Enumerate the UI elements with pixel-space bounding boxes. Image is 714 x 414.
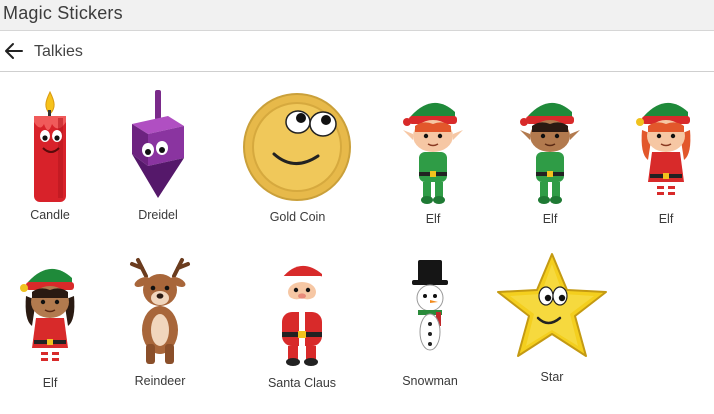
section-title: Talkies: [34, 43, 83, 60]
sticker-label: Dreidel: [138, 208, 178, 222]
elf-icon: [403, 102, 463, 204]
snowman-icon: [412, 260, 448, 351]
sticker-dreidel[interactable]: Dreidel: [118, 88, 198, 228]
sticker-gold-coin[interactable]: Gold Coin: [240, 88, 355, 228]
sticker-reindeer[interactable]: Reindeer: [120, 256, 200, 396]
dreidel-icon: [132, 90, 184, 198]
sticker-label: Reindeer: [134, 374, 186, 388]
sticker-candle[interactable]: Candle: [10, 88, 90, 228]
sticker-label: Elf: [42, 376, 58, 390]
app-title: Magic Stickers: [3, 3, 123, 23]
elf-icon: [636, 102, 691, 198]
sticker-label: Candle: [30, 208, 70, 222]
elf-icon: [520, 102, 580, 204]
star-icon: [497, 253, 607, 357]
sticker-elf[interactable]: Elf: [10, 256, 90, 396]
elf-icon: [20, 268, 75, 364]
sticker-santa-claus[interactable]: Santa Claus: [262, 256, 342, 396]
gold-coin-icon: [243, 93, 351, 201]
sticker-elf[interactable]: Elf: [393, 90, 473, 230]
sticker-label: Elf: [658, 212, 674, 226]
page-header: Talkies: [0, 31, 714, 72]
sticker-star[interactable]: Star: [494, 250, 610, 390]
sticker-label: Snowman: [402, 374, 458, 388]
sticker-elf[interactable]: Elf: [510, 90, 590, 230]
santa-claus-icon: [280, 265, 324, 366]
sticker-elf[interactable]: Elf: [626, 90, 706, 230]
title-bar: Magic Stickers: [0, 0, 714, 31]
sticker-label: Elf: [542, 212, 558, 226]
back-arrow-icon[interactable]: [2, 39, 26, 63]
sticker-label: Santa Claus: [267, 376, 337, 390]
sticker-label: Star: [540, 370, 564, 384]
sticker-snowman[interactable]: Snowman: [390, 256, 470, 396]
reindeer-icon: [130, 258, 190, 364]
sticker-label: Elf: [425, 212, 441, 226]
candle-icon: [34, 90, 66, 202]
sticker-label: Gold Coin: [269, 210, 326, 224]
